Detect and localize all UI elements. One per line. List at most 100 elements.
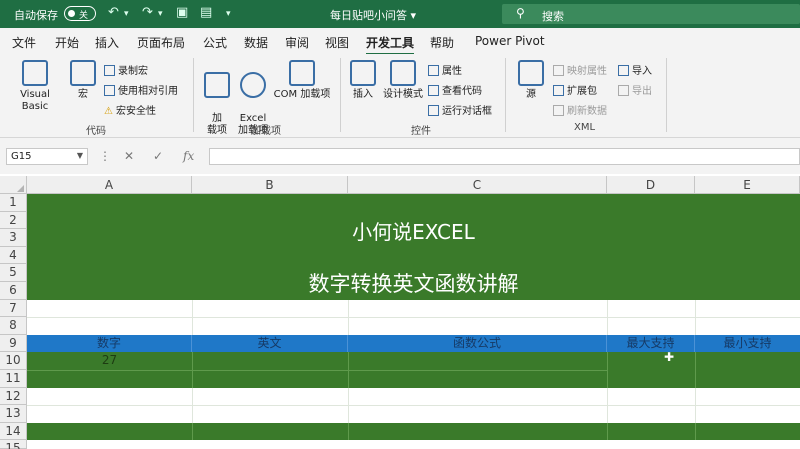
design-mode-button[interactable]: 设计模式: [380, 60, 426, 101]
header-number[interactable]: 数字: [27, 334, 192, 352]
code-group-label: 代码: [86, 126, 106, 137]
visual-basic-button[interactable]: Visual Basic: [6, 60, 64, 113]
macros-icon: [70, 60, 96, 86]
row-header[interactable]: 10: [0, 352, 27, 370]
undo-icon[interactable]: ↶: [108, 5, 119, 20]
header-formula[interactable]: 函数公式: [348, 334, 607, 352]
save-icon[interactable]: ▣: [176, 5, 188, 20]
run-dialog-icon: [428, 105, 439, 116]
refresh-data-icon: [553, 105, 564, 116]
autosave-toggle[interactable]: 关: [64, 6, 96, 21]
header-row[interactable]: 数字 英文 函数公式 最大支持 最小支持: [27, 334, 800, 353]
tab-formulas[interactable]: 公式: [203, 34, 227, 51]
customize-qat-icon[interactable]: ▾: [226, 9, 231, 19]
xml-source-button[interactable]: 源: [516, 60, 546, 101]
data-block[interactable]: [27, 422, 800, 441]
document-title[interactable]: 每日贴吧小问答 ▾: [330, 7, 416, 23]
column-header-c[interactable]: C: [348, 176, 607, 194]
tab-home[interactable]: 开始: [55, 34, 79, 51]
grid-line: [27, 369, 607, 371]
map-properties-button[interactable]: 映射属性: [553, 62, 607, 77]
chevron-down-icon[interactable]: ▼: [77, 151, 83, 160]
run-dialog-button[interactable]: 运行对话框: [428, 102, 492, 117]
properties-button[interactable]: 属性: [428, 62, 462, 77]
header-max-support[interactable]: 最大支持: [607, 334, 695, 352]
tab-insert[interactable]: 插入: [95, 34, 119, 51]
com-addins-button[interactable]: COM 加载项: [272, 60, 332, 101]
more-options-icon[interactable]: ⋮: [99, 149, 111, 163]
row-header[interactable]: 6: [0, 282, 27, 300]
grid-line: [695, 387, 696, 423]
grid-line: [607, 299, 608, 335]
search-box[interactable]: ⚲ 搜索: [502, 4, 800, 24]
redo-dropdown-icon[interactable]: ▾: [158, 9, 163, 19]
xml-source-icon: [518, 60, 544, 86]
row-header[interactable]: 1: [0, 194, 27, 212]
import-button[interactable]: 导入: [618, 62, 652, 77]
grid-line: [192, 422, 193, 441]
tab-developer[interactable]: 开发工具: [366, 34, 415, 56]
select-all-button[interactable]: [0, 176, 27, 194]
row-header[interactable]: 3: [0, 229, 27, 247]
insert-function-icon[interactable]: fx: [183, 149, 194, 163]
column-header-b[interactable]: B: [192, 176, 348, 194]
column-header-a[interactable]: A: [27, 176, 192, 194]
record-macro-icon: [104, 65, 115, 76]
row-header[interactable]: 4: [0, 246, 27, 265]
tab-data[interactable]: 数据: [244, 34, 268, 51]
cancel-icon[interactable]: ✕: [124, 149, 134, 163]
toggle-knob: [68, 10, 75, 17]
row-header[interactable]: 13: [0, 405, 27, 423]
grid-line: [695, 299, 696, 335]
row-header[interactable]: 12: [0, 387, 27, 406]
grid-line: [27, 317, 800, 319]
export-button[interactable]: 导出: [618, 82, 652, 97]
row-header[interactable]: 2: [0, 211, 27, 230]
view-code-button[interactable]: 查看代码: [428, 82, 482, 97]
relative-refs-button[interactable]: 使用相对引用: [104, 82, 178, 97]
macros-button[interactable]: 宏: [68, 60, 98, 101]
row-header[interactable]: 5: [0, 264, 27, 282]
macro-security-button[interactable]: ⚠ 宏安全性: [104, 102, 156, 117]
addins-button[interactable]: 加 载项: [200, 60, 234, 137]
tab-view[interactable]: 视图: [325, 34, 349, 51]
row-header[interactable]: 9: [0, 334, 27, 353]
tab-power-pivot[interactable]: Power Pivot: [475, 34, 545, 48]
macros-label: 宏: [78, 89, 88, 100]
expansion-packs-icon: [553, 85, 564, 96]
print-preview-icon[interactable]: ▤: [200, 5, 212, 20]
insert-control-button[interactable]: 插入: [346, 60, 380, 101]
worksheet-grid[interactable]: 小何说EXCEL 数字转换英文函数讲解 数字 英文 函数公式 最大支持 最小支持…: [27, 194, 800, 449]
name-box[interactable]: G15 ▼: [6, 148, 88, 165]
grid-line: [607, 422, 608, 441]
tab-help[interactable]: 帮助: [430, 34, 454, 51]
row-header[interactable]: 8: [0, 317, 27, 335]
undo-dropdown-icon[interactable]: ▾: [124, 9, 129, 19]
row-header[interactable]: 15: [0, 440, 27, 449]
addins-label: 加 载项: [207, 113, 227, 136]
redo-icon[interactable]: ↷: [142, 5, 153, 20]
title-block[interactable]: 小何说EXCEL 数字转换英文函数讲解: [27, 194, 800, 300]
expansion-packs-button[interactable]: 扩展包: [553, 82, 597, 97]
visual-basic-icon: [22, 60, 48, 86]
row-header[interactable]: 11: [0, 370, 27, 388]
design-mode-icon: [390, 60, 416, 86]
toolbox-icon: [350, 60, 376, 86]
column-header-e[interactable]: E: [695, 176, 800, 194]
gear-icon: [240, 72, 266, 98]
tab-page-layout[interactable]: 页面布局: [137, 34, 185, 51]
row-header[interactable]: 14: [0, 422, 27, 441]
record-macro-button[interactable]: 录制宏: [104, 62, 148, 77]
header-min-support[interactable]: 最小支持: [695, 335, 800, 352]
tab-review[interactable]: 审阅: [285, 34, 309, 51]
row-header[interactable]: 7: [0, 299, 27, 318]
group-divider: [340, 58, 341, 132]
confirm-icon[interactable]: ✓: [153, 149, 163, 163]
group-divider: [193, 58, 194, 132]
header-english[interactable]: 英文: [192, 334, 348, 352]
formula-input[interactable]: [209, 148, 800, 165]
column-header-d[interactable]: D: [607, 176, 695, 194]
refresh-data-button[interactable]: 刷新数据: [553, 102, 607, 117]
cell-a10[interactable]: 27: [27, 352, 192, 368]
tab-file[interactable]: 文件: [12, 34, 36, 51]
